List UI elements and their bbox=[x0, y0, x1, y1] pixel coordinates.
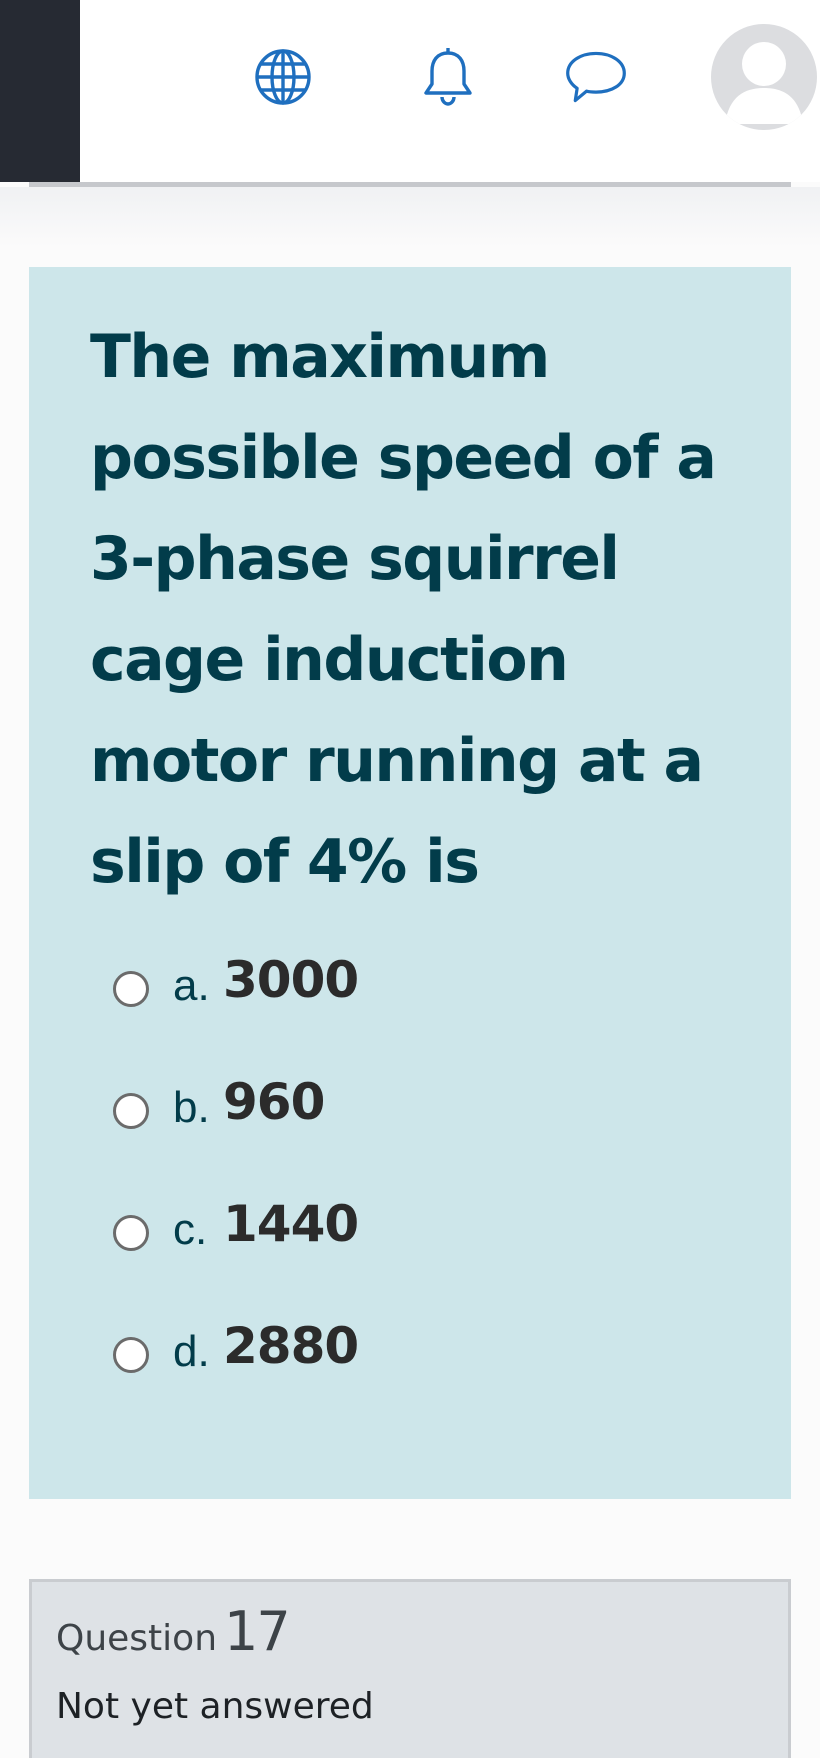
answer-letter: c. bbox=[173, 1205, 208, 1254]
question-text: The maximum possible speed of a 3-phase … bbox=[90, 322, 717, 897]
answer-option-c[interactable]: c. 1440 bbox=[113, 1195, 713, 1323]
messages-button[interactable] bbox=[563, 44, 629, 110]
answer-letter: b. bbox=[173, 1083, 210, 1132]
globe-icon bbox=[255, 49, 311, 105]
question-card: The maximum possible speed of a 3-phase … bbox=[29, 267, 791, 1499]
header-shadow bbox=[0, 187, 820, 247]
answer-letter: a. bbox=[173, 961, 210, 1010]
question-label: Question bbox=[56, 1618, 218, 1659]
user-avatar[interactable] bbox=[711, 24, 817, 130]
chat-bubble-icon bbox=[566, 51, 626, 103]
question-info-box: Question 17 Not yet answered bbox=[29, 1579, 791, 1758]
bell-icon bbox=[424, 48, 472, 106]
radio-button[interactable] bbox=[113, 1337, 149, 1373]
answer-option-b[interactable]: b. 960 bbox=[113, 1073, 713, 1201]
answer-value: 960 bbox=[223, 1073, 325, 1131]
answer-value: 3000 bbox=[223, 951, 359, 1009]
answer-letter: d. bbox=[173, 1327, 210, 1376]
radio-button[interactable] bbox=[113, 1093, 149, 1129]
quiz-page: The maximum possible speed of a 3-phase … bbox=[0, 0, 820, 1758]
user-silhouette-icon bbox=[725, 42, 803, 124]
answer-option-a[interactable]: a. 3000 bbox=[113, 951, 713, 1079]
language-menu-button[interactable] bbox=[250, 44, 316, 110]
answer-option-d[interactable]: d. 2880 bbox=[113, 1317, 713, 1445]
answer-value: 1440 bbox=[223, 1195, 359, 1253]
top-navbar bbox=[0, 0, 820, 182]
radio-button[interactable] bbox=[113, 971, 149, 1007]
radio-button[interactable] bbox=[113, 1215, 149, 1251]
question-status: Not yet answered bbox=[56, 1686, 374, 1727]
question-number: 17 bbox=[224, 1600, 291, 1663]
drawer-toggle-area[interactable] bbox=[0, 0, 80, 182]
answer-list: a. 3000 b. 960 c. 1440 d. 2880 bbox=[113, 951, 713, 1445]
answer-value: 2880 bbox=[223, 1317, 359, 1375]
notifications-button[interactable] bbox=[415, 44, 481, 110]
